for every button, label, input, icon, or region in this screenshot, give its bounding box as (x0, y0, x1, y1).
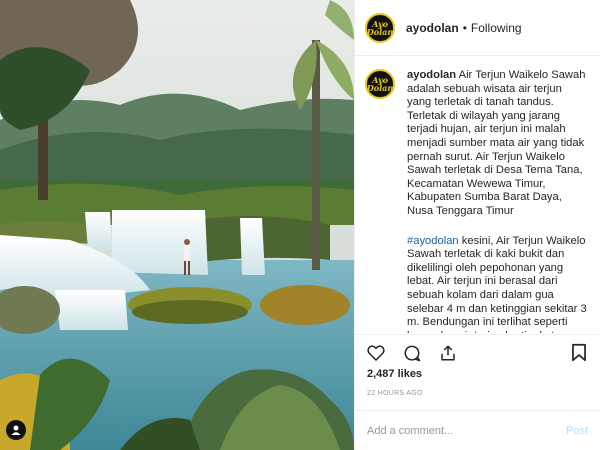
add-comment-bar: Add a comment... Post (355, 410, 600, 450)
caption-paragraph-2: #ayodolan kesini, Air Terjun Waikelo Saw… (407, 235, 587, 333)
share-icon[interactable] (437, 342, 459, 364)
action-bar (355, 334, 600, 370)
following-button[interactable]: Following (471, 21, 522, 35)
user-tag-icon[interactable] (6, 420, 26, 440)
likes-count[interactable]: 2,487 likes (367, 368, 422, 380)
instagram-post: Ayo Dolan ayodolan • Following Ayo Dolan… (0, 0, 600, 450)
caption-row: Ayo Dolan ayodolan Air Terjun Waikelo Sa… (365, 69, 590, 333)
post-photo[interactable] (0, 0, 354, 450)
caption-body: Air Terjun Waikelo Sawah adalah sebuah w… (407, 69, 586, 217)
comment-icon[interactable] (401, 342, 423, 364)
comment-input[interactable]: Add a comment... (367, 425, 566, 437)
caption-avatar-logo-text: Ayo Dolan (366, 75, 394, 93)
waterfall-image (0, 0, 354, 450)
caption-avatar[interactable]: Ayo Dolan (365, 69, 395, 99)
bookmark-icon[interactable] (568, 342, 590, 364)
caption-username[interactable]: ayodolan (407, 69, 456, 81)
caption-body-2: kesini, Air Terjun Waikelo Sawah terleta… (407, 234, 587, 333)
avatar[interactable]: Ayo Dolan (365, 12, 395, 43)
comments-area[interactable]: Ayo Dolan ayodolan Air Terjun Waikelo Sa… (355, 57, 600, 333)
avatar-logo-text: Ayo Dolan (366, 18, 394, 37)
post-comment-button[interactable]: Post (566, 425, 588, 437)
post-header: Ayo Dolan ayodolan • Following (355, 0, 600, 56)
separator-dot: • (462, 20, 467, 35)
post-timestamp: 22 HOURS AGO (367, 390, 423, 397)
username-link[interactable]: ayodolan (406, 21, 459, 35)
caption-text: ayodolan Air Terjun Waikelo Sawah adalah… (407, 69, 587, 333)
hashtag-link[interactable]: #ayodolan (407, 235, 459, 247)
heart-icon[interactable] (365, 342, 387, 364)
post-side-panel: Ayo Dolan ayodolan • Following Ayo Dolan… (354, 0, 600, 450)
